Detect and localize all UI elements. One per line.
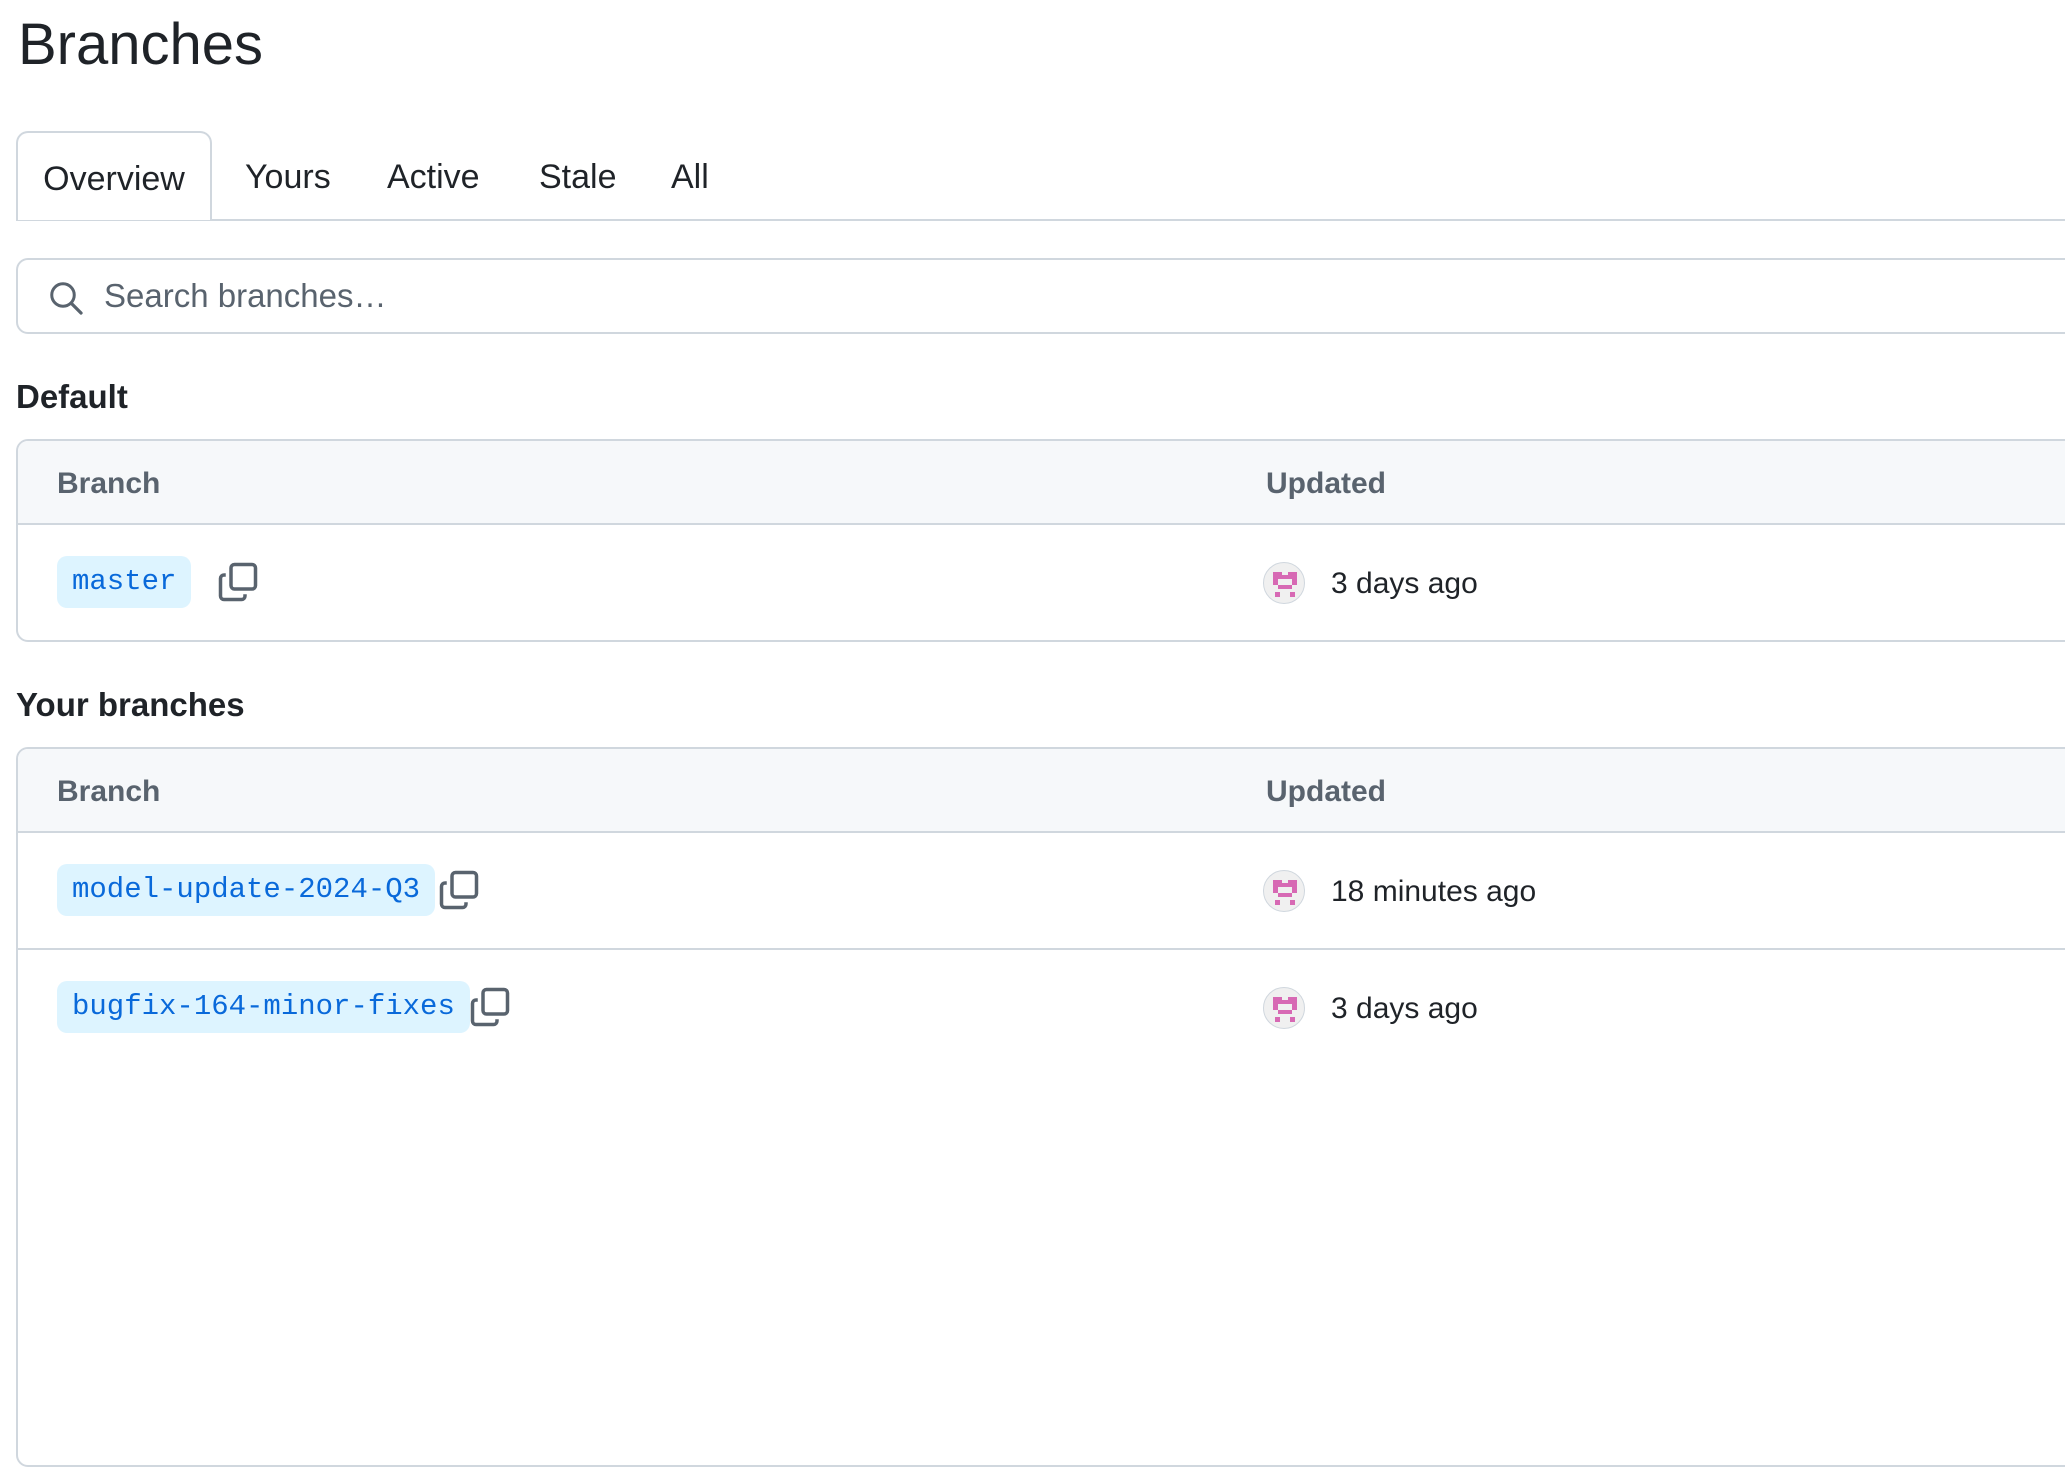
- copy-icon[interactable]: [469, 986, 511, 1028]
- avatar[interactable]: [1263, 987, 1305, 1029]
- updated-time: 18 minutes ago: [1331, 875, 1537, 908]
- table-row: master 3 days ago: [18, 525, 2065, 640]
- updated-time: 3 days ago: [1331, 992, 1478, 1025]
- identicon-icon: [1273, 572, 1297, 597]
- tab-stale[interactable]: Stale: [539, 131, 617, 219]
- section-title-your-branches: Your branches: [16, 686, 245, 723]
- branch-tabs: Overview Yours Active Stale All: [16, 131, 2065, 221]
- tab-yours[interactable]: Yours: [245, 131, 331, 219]
- avatar[interactable]: [1263, 870, 1305, 912]
- avatar[interactable]: [1263, 562, 1305, 604]
- updated-time: 3 days ago: [1331, 567, 1478, 600]
- tab-active[interactable]: Active: [387, 131, 480, 219]
- tab-all[interactable]: All: [671, 131, 709, 219]
- search-icon: [50, 282, 83, 315]
- column-header-updated: Updated: [1266, 775, 1386, 808]
- table-row: model-update-2024-Q3 18 minutes ago: [18, 833, 2065, 950]
- identicon-icon: [1273, 880, 1297, 905]
- default-branches-table: Branch Updated master 3 days ago: [16, 439, 2065, 642]
- your-branches-table: Branch Updated model-update-2024-Q3 18 m…: [16, 747, 2065, 1467]
- table-row: bugfix-164-minor-fixes 3 days ago: [18, 950, 2065, 1065]
- column-header-updated: Updated: [1266, 467, 1386, 500]
- identicon-icon: [1273, 997, 1297, 1022]
- section-title-default: Default: [16, 378, 128, 415]
- table-header: Branch Updated: [18, 749, 2065, 833]
- search-box: [16, 258, 2065, 334]
- table-header: Branch Updated: [18, 441, 2065, 525]
- tab-overview[interactable]: Overview: [16, 131, 212, 220]
- copy-icon[interactable]: [217, 561, 259, 603]
- branch-name-link[interactable]: model-update-2024-Q3: [57, 864, 436, 916]
- search-input[interactable]: [104, 260, 2004, 332]
- copy-icon[interactable]: [438, 869, 480, 911]
- page-title: Branches: [18, 12, 264, 77]
- branch-name-link[interactable]: master: [57, 556, 192, 608]
- column-header-branch: Branch: [57, 467, 161, 500]
- branch-name-link[interactable]: bugfix-164-minor-fixes: [57, 981, 470, 1033]
- column-header-branch: Branch: [57, 775, 161, 808]
